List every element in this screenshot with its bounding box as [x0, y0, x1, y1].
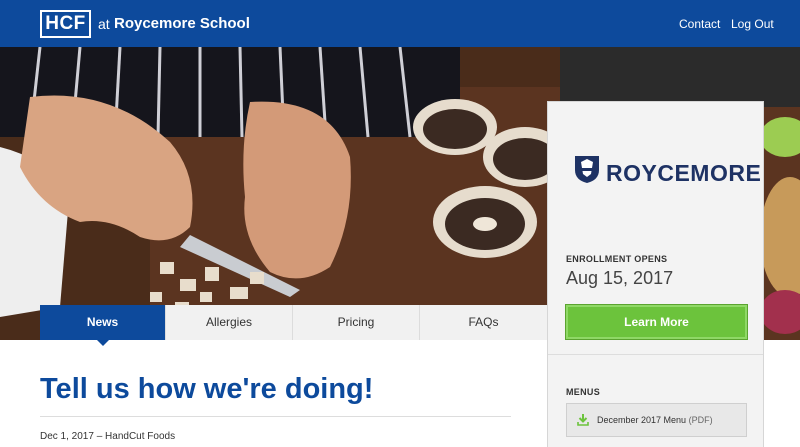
tab-pricing[interactable]: Pricing: [293, 305, 420, 340]
enrollment-label: ENROLLMENT OPENS: [566, 254, 668, 264]
learn-more-button[interactable]: Learn More: [565, 304, 748, 340]
card-divider: [548, 354, 763, 355]
article-divider: [40, 416, 511, 417]
logout-link[interactable]: Log Out: [731, 17, 774, 31]
contact-link[interactable]: Contact: [679, 17, 720, 31]
download-icon: [577, 414, 589, 426]
content-tabs: News Allergies Pricing FAQs: [40, 305, 547, 346]
enrollment-date: Aug 15, 2017: [566, 268, 674, 288]
menus-label: MENUS: [566, 387, 601, 397]
enrollment-card: ROYCEMORE ENROLLMENT OPENS Aug 15, 2017 …: [547, 101, 764, 447]
top-navigation-bar: HCF at Roycemore School Contact Log Out: [0, 0, 800, 47]
brand-at-text: at: [98, 16, 110, 32]
crest-icon: [575, 156, 599, 183]
school-logo-area: ROYCEMORE: [548, 102, 763, 237]
menu-download-link[interactable]: December 2017 Menu (PDF): [566, 403, 747, 437]
tab-news[interactable]: News: [40, 305, 166, 346]
school-logo-wordmark: ROYCEMORE: [606, 160, 762, 186]
hcf-logo[interactable]: HCF: [40, 10, 91, 38]
article-headline: Tell us how we're doing!: [40, 373, 374, 405]
school-name: Roycemore School: [114, 15, 250, 32]
article-byline: Dec 1, 2017 – HandCut Foods: [40, 431, 176, 442]
tab-faqs[interactable]: FAQs: [420, 305, 547, 340]
menu-item-label: December 2017 Menu (PDF): [597, 415, 713, 425]
tab-allergies[interactable]: Allergies: [166, 305, 293, 340]
